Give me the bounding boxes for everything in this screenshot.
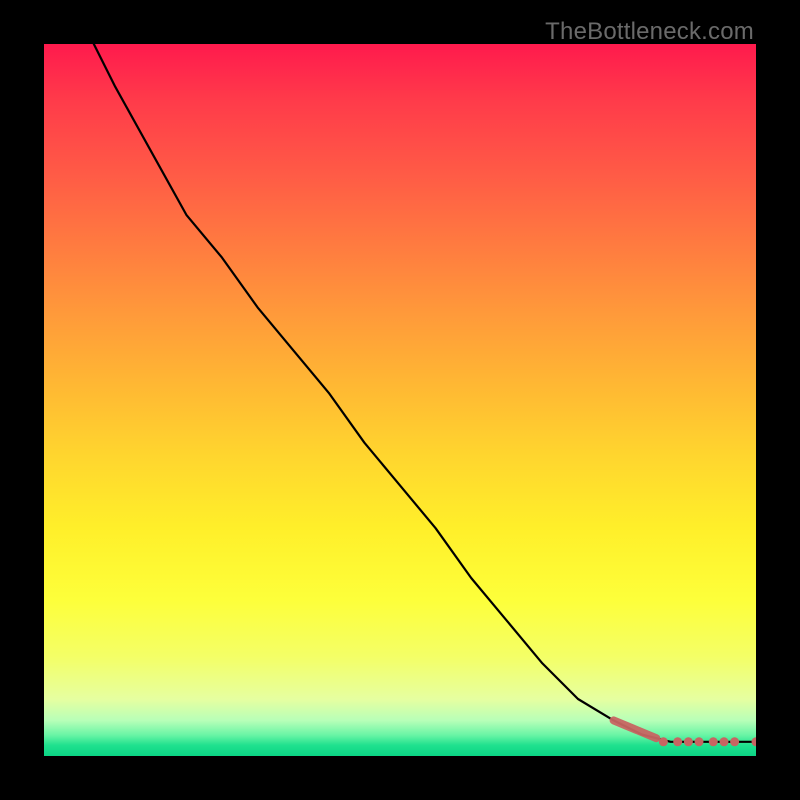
marker-dot [673,737,682,746]
marker-dot [720,737,729,746]
highlight-segment [614,720,657,738]
chart-stage: TheBottleneck.com [0,0,800,800]
curve-line [94,44,756,742]
marker-dot [659,737,668,746]
marker-dot [695,737,704,746]
chart-overlay [44,44,756,756]
marker-dot [752,737,757,746]
watermark-text: TheBottleneck.com [545,18,754,46]
marker-dot [730,737,739,746]
plot-area [44,44,756,756]
marker-dot [684,737,693,746]
marker-dot [709,737,718,746]
